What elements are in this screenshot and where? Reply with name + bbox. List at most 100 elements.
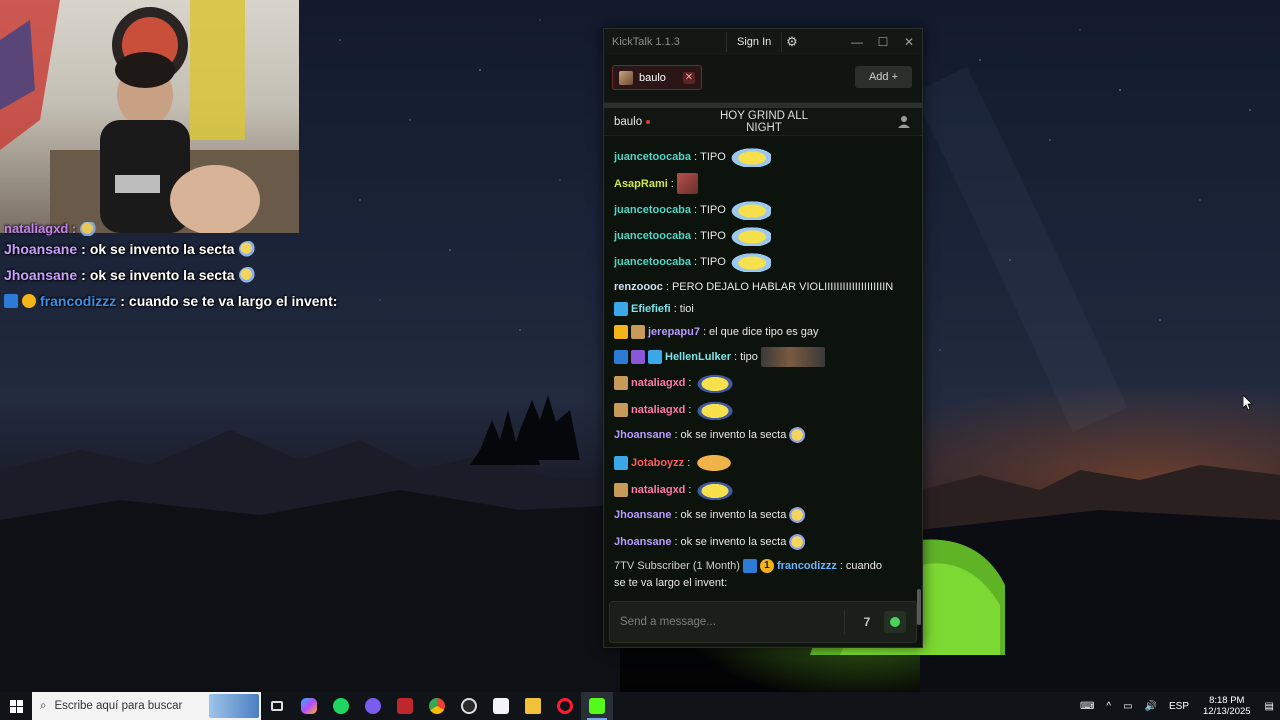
stream-overlay-chat: nataliagxd : Jhoansane : ok se invento l… <box>4 222 344 314</box>
chat-username[interactable]: Jotaboyzz <box>631 457 684 469</box>
chat-message-list[interactable]: juancetoocaba : TIPO AsapRami : juanceto… <box>604 139 922 593</box>
windows-start-button[interactable] <box>0 692 32 720</box>
user-icon[interactable] <box>898 115 910 128</box>
chat-username[interactable]: nataliagxd <box>631 404 685 416</box>
title-bar[interactable]: KickTalk 1.1.3 Sign In ⚙ — ☐ ✕ <box>604 29 922 55</box>
chat-input-box: 7 <box>609 601 917 643</box>
taskbar-search-box[interactable]: ⌕ Escribe aquí para buscar <box>32 692 261 720</box>
clock-time: 8:18 PM <box>1209 695 1245 706</box>
chat-header: baulo HOY GRIND ALL NIGHT <box>604 108 922 136</box>
emote-icon <box>728 200 771 220</box>
chat-message: AsapRami : <box>614 173 698 194</box>
emote-icon <box>80 222 99 236</box>
add-channel-button[interactable]: Add + <box>855 66 912 88</box>
chat-username[interactable]: Efiefiefi <box>631 303 671 315</box>
chat-message-continuation: se te va largo el invent: <box>614 577 727 589</box>
chat-message: nataliagxd : <box>614 480 737 500</box>
chat-username[interactable]: nataliagxd <box>631 377 685 389</box>
chat-message: Jhoansane : ok se invento la secta <box>614 534 808 550</box>
gear-icon[interactable]: ⚙ <box>784 34 800 50</box>
volume-icon[interactable]: 🔊 <box>1139 701 1163 712</box>
notification-icon[interactable]: ▤ <box>1259 701 1280 712</box>
overlay-chat-line-cut: nataliagxd : <box>4 222 77 236</box>
avatar <box>619 70 633 85</box>
network-icon[interactable]: ▭ <box>1117 701 1138 712</box>
overlay-chat-line: Jhoansane : ok se invento la secta <box>4 262 344 288</box>
obs-icon[interactable] <box>453 692 485 720</box>
search-icon: ⌕ <box>40 699 47 712</box>
language-indicator[interactable]: ESP <box>1163 701 1195 712</box>
opera-icon[interactable] <box>549 692 581 720</box>
chat-text: cuando <box>845 560 882 572</box>
spotify-icon[interactable] <box>325 692 357 720</box>
chat-username[interactable]: HellenLulker <box>665 351 731 363</box>
chat-message: renzoooc : PERO DEJALO HABLAR VIOLIIIIII… <box>614 281 893 293</box>
chat-text: tioi <box>679 303 694 315</box>
house-badge-icon <box>614 403 628 417</box>
chat-message: nataliagxd : <box>614 400 737 420</box>
chrome-icon[interactable] <box>421 692 453 720</box>
chat-username[interactable]: Jhoansane <box>614 429 671 441</box>
channel-tab-baulo[interactable]: baulo ✕ <box>612 65 702 90</box>
chat-separator: : <box>687 457 691 469</box>
chat-text: se te va largo el invent: <box>614 577 728 589</box>
chat-separator: : <box>688 377 692 389</box>
voicemeeter-icon[interactable] <box>389 692 421 720</box>
discord-icon[interactable] <box>357 692 389 720</box>
badge-icon <box>22 294 36 308</box>
task-view-icon[interactable] <box>261 692 293 720</box>
chat-separator: : <box>734 351 738 363</box>
chat-username[interactable]: AsapRami <box>614 178 668 190</box>
maximize-button[interactable]: ☐ <box>874 33 892 51</box>
chat-username[interactable]: francodizzz <box>777 560 837 572</box>
chat-username[interactable]: jerepapu7 <box>648 326 700 338</box>
search-placeholder: Escribe aquí para buscar <box>54 700 183 712</box>
emote-icon <box>676 173 698 194</box>
chat-scrollbar[interactable] <box>917 589 921 625</box>
emote-icon <box>789 534 808 550</box>
seventv-emote-icon[interactable]: 7 <box>857 612 877 632</box>
message-input[interactable] <box>610 602 842 642</box>
kicktalk-taskbar-icon[interactable] <box>581 692 613 720</box>
kicktalk-window: KickTalk 1.1.3 Sign In ⚙ — ☐ ✕ baulo ✕ A… <box>603 28 923 648</box>
gem-badge-icon <box>631 350 645 364</box>
copilot-icon[interactable] <box>293 692 325 720</box>
kick-emote-icon[interactable] <box>884 611 906 633</box>
chat-text: TIPO <box>700 256 726 268</box>
search-highlight-image <box>209 694 259 718</box>
chat-username[interactable]: juancetoocaba <box>614 256 691 268</box>
chat-text: ok se invento la secta <box>680 509 787 521</box>
chat-message: HellenLulker : tipo <box>614 347 825 367</box>
chat-username[interactable]: Jhoansane <box>614 536 671 548</box>
chat-message: Jotaboyzz : <box>614 453 736 473</box>
capcut-icon[interactable] <box>485 692 517 720</box>
chat-separator: : <box>665 281 669 293</box>
close-button[interactable]: ✕ <box>900 33 918 51</box>
chat-username[interactable]: Jhoansane <box>614 509 671 521</box>
clock[interactable]: 8:18 PM 12/13/2025 <box>1195 695 1259 717</box>
chat-username[interactable]: renzoooc <box>614 281 663 293</box>
emote-icon <box>789 427 808 443</box>
chat-text: TIPO <box>700 204 726 216</box>
chat-separator: : <box>688 484 692 496</box>
chevron-up-icon[interactable]: ^ <box>1100 701 1117 712</box>
chat-separator: : <box>694 151 698 163</box>
minimize-button[interactable]: — <box>848 33 866 51</box>
chat-separator: : <box>674 536 678 548</box>
cube-badge-icon <box>648 350 662 364</box>
sign-in-button[interactable]: Sign In <box>726 32 783 52</box>
chat-username[interactable]: nataliagxd <box>631 484 685 496</box>
file-explorer-icon[interactable] <box>517 692 549 720</box>
tab-label: baulo <box>639 71 666 84</box>
crown-badge-icon <box>614 325 628 339</box>
chat-message: juancetoocaba : TIPO <box>614 147 771 167</box>
chat-username[interactable]: juancetoocaba <box>614 204 691 216</box>
badge-icon <box>4 294 18 308</box>
chat-text: el que dice tipo es gay <box>709 326 819 338</box>
close-icon[interactable]: ✕ <box>683 71 695 84</box>
chat-username[interactable]: juancetoocaba <box>614 151 691 163</box>
chat-message: nataliagxd : <box>614 373 737 393</box>
emote-icon <box>728 147 771 167</box>
keyboard-icon[interactable]: ⌨ <box>1074 701 1100 712</box>
chat-username[interactable]: juancetoocaba <box>614 230 691 242</box>
